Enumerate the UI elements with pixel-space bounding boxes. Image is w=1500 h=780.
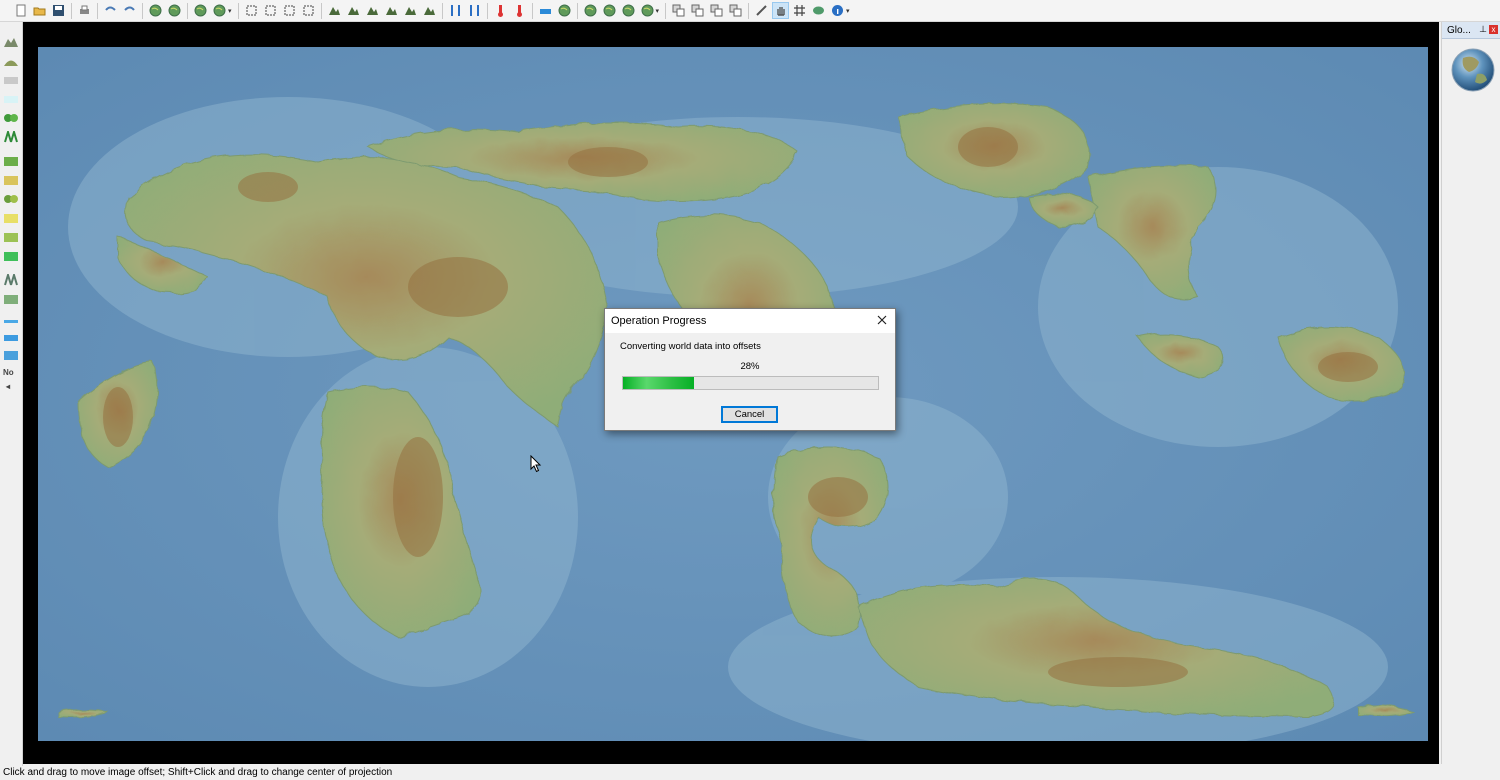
marsh-brush-icon[interactable] xyxy=(4,293,18,305)
operation-progress-dialog: Operation Progress Converting world data… xyxy=(604,308,896,431)
landmass-icon[interactable] xyxy=(364,2,381,19)
ocean-brush-icon[interactable] xyxy=(4,349,18,361)
flat-brush-icon[interactable] xyxy=(4,74,18,86)
shallow-water-brush-icon[interactable] xyxy=(4,315,18,327)
flatten-icon[interactable] xyxy=(421,2,438,19)
close-icon[interactable] xyxy=(875,313,889,327)
grassland-brush-icon[interactable] xyxy=(4,155,18,167)
grid-icon[interactable] xyxy=(791,2,808,19)
raise-land-icon[interactable] xyxy=(326,2,343,19)
toolbar-separator xyxy=(97,2,98,19)
progress-bar xyxy=(622,376,879,390)
hill-brush-icon[interactable] xyxy=(4,55,18,67)
temp-down-icon[interactable] xyxy=(511,2,528,19)
savanna-brush-icon[interactable] xyxy=(4,193,18,205)
progress-bar-fill xyxy=(623,377,695,389)
toolbar-separator xyxy=(748,2,750,19)
desert-brush-icon[interactable] xyxy=(4,174,18,186)
tundra-brush-icon[interactable] xyxy=(4,271,18,286)
pin-icon[interactable]: ⊥ xyxy=(1479,24,1487,35)
toolbar-separator xyxy=(486,2,488,19)
swamp-brush-icon[interactable] xyxy=(4,250,18,262)
globe-generate-icon[interactable] xyxy=(147,2,164,19)
no-terrain-label[interactable]: No xyxy=(3,368,14,377)
ellipse-select-icon[interactable] xyxy=(262,2,279,19)
mountain-icon[interactable] xyxy=(383,2,400,19)
undo-icon[interactable] xyxy=(102,2,119,19)
dropdown-arrow-icon[interactable]: ▾ xyxy=(656,7,660,15)
ice-brush-icon[interactable] xyxy=(4,93,18,105)
globe-panel-title: Glo... xyxy=(1447,24,1471,36)
poly-select-icon[interactable] xyxy=(300,2,317,19)
progress-message: Converting world data into offsets xyxy=(620,341,761,352)
main-toolbar: ▾ ▾ ▾ xyxy=(0,0,1500,22)
dropdown-arrow-icon[interactable]: ▾ xyxy=(228,7,232,15)
dialog-titlebar[interactable]: Operation Progress xyxy=(605,309,895,333)
dropdown-arrow-icon[interactable]: ▾ xyxy=(846,7,850,15)
copy-icon[interactable] xyxy=(670,2,687,19)
forest-brush-icon[interactable] xyxy=(4,112,18,124)
print-icon[interactable] xyxy=(76,2,93,19)
mountain-brush-icon[interactable] xyxy=(4,36,18,48)
globe-options-icon[interactable] xyxy=(639,2,656,19)
clone-icon[interactable] xyxy=(727,2,744,19)
jungle-brush-icon[interactable] xyxy=(4,128,18,143)
ruler-icon[interactable] xyxy=(753,2,770,19)
toolbar-separator xyxy=(531,2,533,19)
info-icon[interactable] xyxy=(829,2,846,19)
save-icon[interactable] xyxy=(50,2,67,19)
palette-scroll-arrow[interactable]: ◂ xyxy=(6,382,10,391)
lasso-select-icon[interactable] xyxy=(281,2,298,19)
toolbar-separator xyxy=(665,2,667,19)
rect-select-icon[interactable] xyxy=(243,2,260,19)
layers-icon[interactable] xyxy=(810,2,827,19)
steppe-brush-icon[interactable] xyxy=(4,212,18,224)
globe-panel-header: Glo... ⊥ x xyxy=(1442,22,1500,39)
toolbar-separator xyxy=(71,2,72,19)
globe-filter-icon[interactable] xyxy=(166,2,183,19)
rotate-globe-icon[interactable] xyxy=(192,2,209,19)
dialog-title: Operation Progress xyxy=(611,315,707,327)
scrub-brush-icon[interactable] xyxy=(4,231,18,243)
ocean-icon[interactable] xyxy=(556,2,573,19)
hand-pan-icon[interactable] xyxy=(772,2,790,19)
lake-brush-icon[interactable] xyxy=(4,332,18,344)
temp-up-icon[interactable] xyxy=(492,2,509,19)
new-file-icon[interactable] xyxy=(12,2,29,19)
toolbar-separator xyxy=(576,2,578,19)
cancel-button[interactable]: Cancel xyxy=(721,406,778,423)
world-icon[interactable] xyxy=(620,2,637,19)
terrain-tool-palette: No ◂ xyxy=(0,22,23,774)
stamp-icon[interactable] xyxy=(708,2,725,19)
climate-icon[interactable] xyxy=(582,2,599,19)
toolbar-separator xyxy=(441,2,443,19)
erode-icon[interactable] xyxy=(447,2,464,19)
peak-icon[interactable] xyxy=(402,2,419,19)
redo-icon[interactable] xyxy=(121,2,138,19)
toolbar-separator xyxy=(187,2,188,19)
open-folder-icon[interactable] xyxy=(31,2,48,19)
toolbar-separator xyxy=(237,2,239,19)
progress-percent: 28% xyxy=(740,361,760,372)
globe-panel: Glo... ⊥ x xyxy=(1441,22,1500,764)
lower-land-icon[interactable] xyxy=(345,2,362,19)
paste-icon[interactable] xyxy=(689,2,706,19)
smooth-icon[interactable] xyxy=(466,2,483,19)
globe-view-icon[interactable] xyxy=(601,2,618,19)
globe-preview[interactable] xyxy=(1451,48,1495,92)
mouse-cursor-icon xyxy=(530,455,542,473)
water-level-icon[interactable] xyxy=(537,2,554,19)
toolbar-separator xyxy=(142,2,143,19)
globe-menu-icon[interactable] xyxy=(211,2,228,19)
panel-close-button[interactable]: x xyxy=(1489,25,1498,34)
status-bar: Click and drag to move image offset; Shi… xyxy=(0,766,1500,780)
toolbar-separator xyxy=(320,2,322,19)
